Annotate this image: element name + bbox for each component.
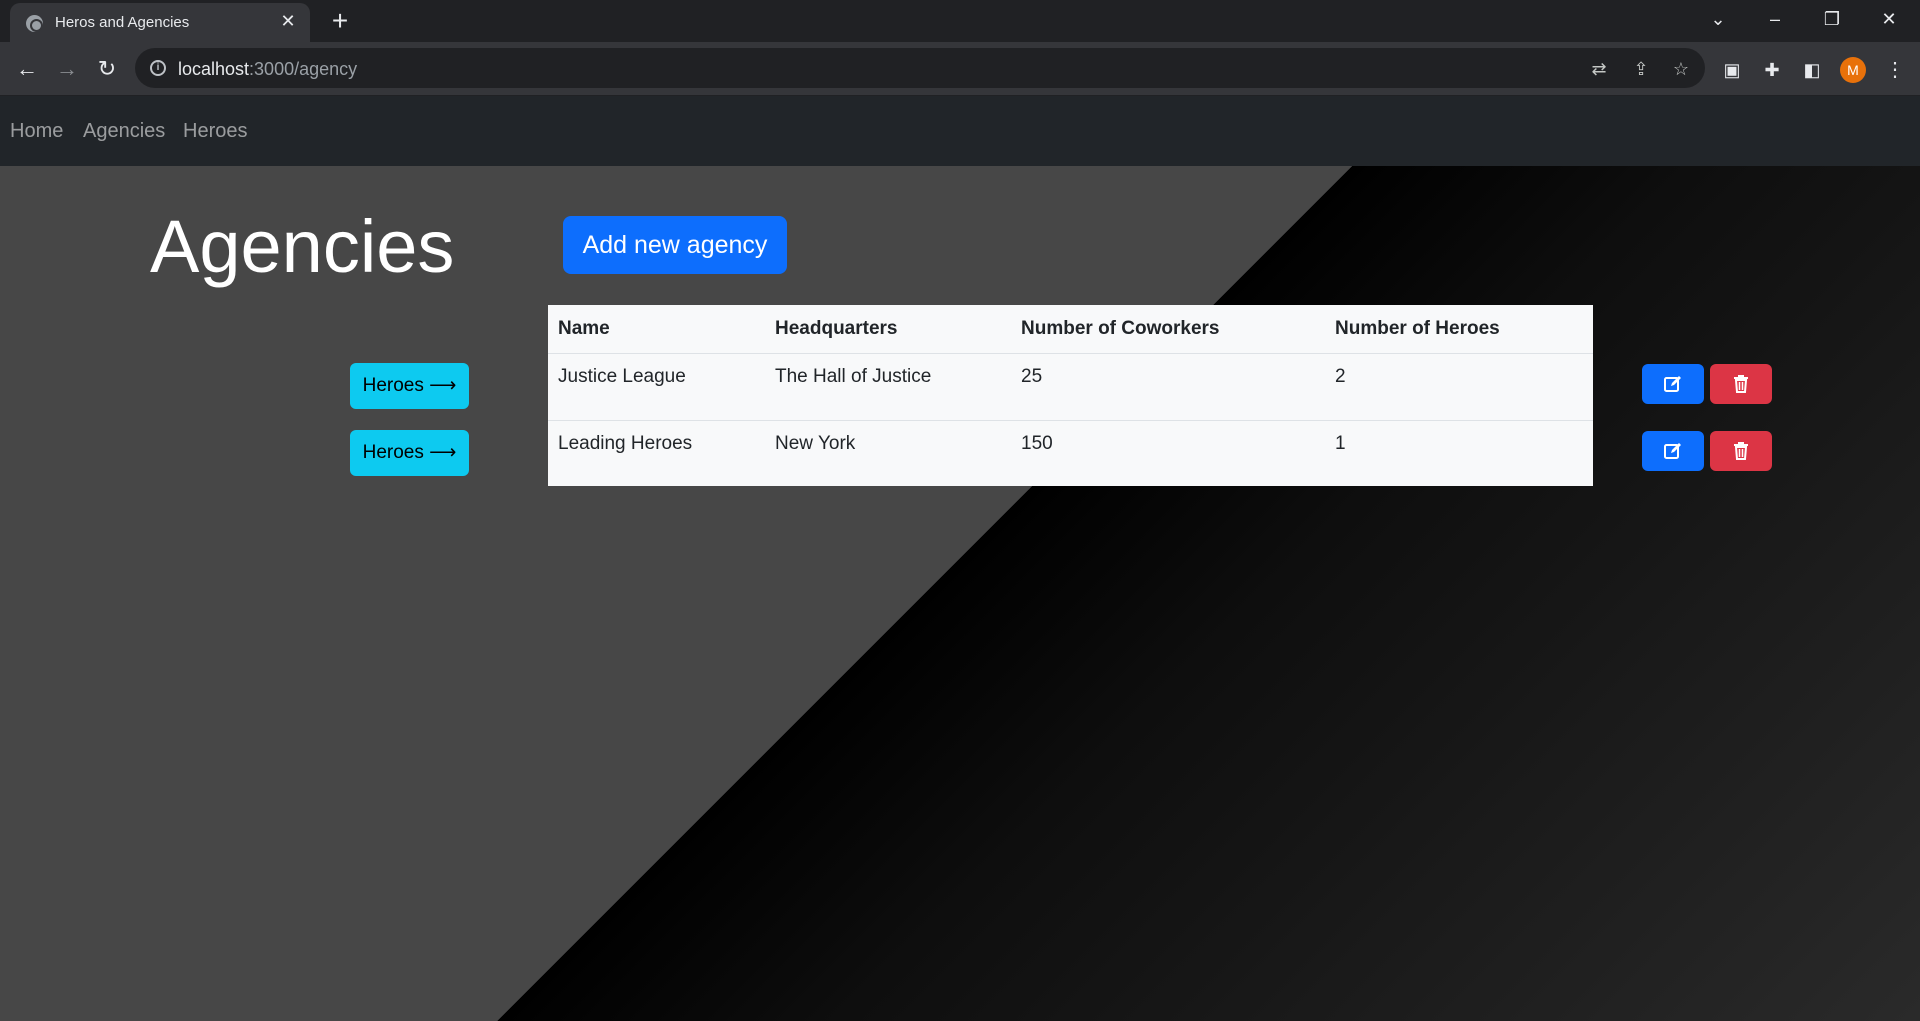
cell-name: Leading Heroes [558, 432, 693, 454]
new-tab-button[interactable]: + [325, 6, 355, 36]
table-row: Leading Heroes New York 150 1 [548, 420, 1593, 487]
reload-icon[interactable]: ↻ [92, 54, 122, 84]
column-header-coworkers: Number of Coworkers [1011, 305, 1325, 354]
page-content: Home Agencies Heroes Agencies Add new ag… [0, 96, 1920, 1021]
column-header-headquarters: Headquarters [765, 305, 1011, 354]
close-tab-icon[interactable]: ✕ [278, 11, 298, 31]
puzzle-extensions-icon[interactable]: ✚ [1760, 58, 1784, 82]
bookmark-star-icon[interactable]: ☆ [1670, 58, 1692, 80]
delete-button[interactable] [1710, 431, 1772, 471]
trash-icon [1734, 375, 1748, 393]
tab-search-icon[interactable]: ⌄ [1690, 0, 1746, 40]
column-header-heroes: Number of Heroes [1325, 305, 1593, 354]
table-header-row: Name Headquarters Number of Coworkers Nu… [548, 305, 1593, 354]
translate-icon[interactable]: ⇄ [1588, 58, 1610, 80]
cell-coworkers: 150 [1021, 432, 1053, 454]
tab-title: Heros and Agencies [55, 14, 190, 31]
minimize-icon[interactable]: – [1747, 0, 1803, 40]
edit-button[interactable] [1642, 364, 1704, 404]
back-icon[interactable]: ← [12, 54, 42, 84]
nav-link-home[interactable]: Home [10, 120, 63, 143]
edit-icon [1664, 376, 1681, 392]
close-window-icon[interactable]: ✕ [1861, 0, 1917, 40]
globe-icon [26, 15, 43, 32]
column-header-name: Name [548, 305, 765, 354]
trash-icon [1734, 442, 1748, 460]
share-icon[interactable]: ⇪ [1630, 58, 1652, 80]
site-info-icon[interactable]: i [150, 60, 166, 76]
side-panel-icon[interactable]: ◧ [1800, 58, 1824, 82]
delete-button[interactable] [1710, 364, 1772, 404]
cell-heroes-count: 2 [1325, 353, 1593, 421]
add-agency-button[interactable]: Add new agency [563, 216, 787, 274]
app-navbar: Home Agencies Heroes [0, 96, 1920, 166]
page-title: Agencies [150, 205, 455, 288]
cell-coworkers: 25 [1011, 353, 1325, 421]
edit-icon [1664, 443, 1681, 459]
cell-name: Justice League [548, 353, 765, 421]
heroes-link-button[interactable]: Heroes ⟶ [350, 363, 469, 409]
edit-button[interactable] [1642, 431, 1704, 471]
cell-headquarters: The Hall of Justice [765, 353, 1011, 421]
menu-kebab-icon[interactable]: ⋮ [1885, 56, 1905, 84]
url-text[interactable]: localhost:3000/agency [178, 59, 357, 80]
forward-icon[interactable]: → [52, 54, 82, 84]
agencies-table: Name Headquarters Number of Coworkers Nu… [548, 305, 1593, 486]
nav-link-agencies[interactable]: Agencies [83, 120, 165, 143]
restore-icon[interactable]: ❐ [1804, 0, 1860, 40]
extension-icon[interactable]: ▣ [1720, 58, 1744, 82]
address-bar[interactable]: i localhost:3000/agency ⇄ ⇪ ☆ [135, 48, 1705, 88]
profile-avatar[interactable]: M [1840, 57, 1866, 83]
table-row: Justice League The Hall of Justice 25 2 [548, 353, 1593, 421]
browser-toolbar: ← → ↻ i localhost:3000/agency ⇄ ⇪ ☆ [0, 42, 1920, 95]
cell-headquarters: New York [775, 432, 856, 454]
browser-tab[interactable]: Heros and Agencies ✕ [10, 3, 310, 42]
heroes-link-button[interactable]: Heroes ⟶ [350, 430, 469, 476]
cell-heroes-count: 1 [1335, 432, 1346, 454]
browser-tabstrip: Heros and Agencies ✕ + ⌄ – ❐ ✕ [0, 0, 1920, 42]
nav-link-heroes[interactable]: Heroes [183, 120, 247, 143]
